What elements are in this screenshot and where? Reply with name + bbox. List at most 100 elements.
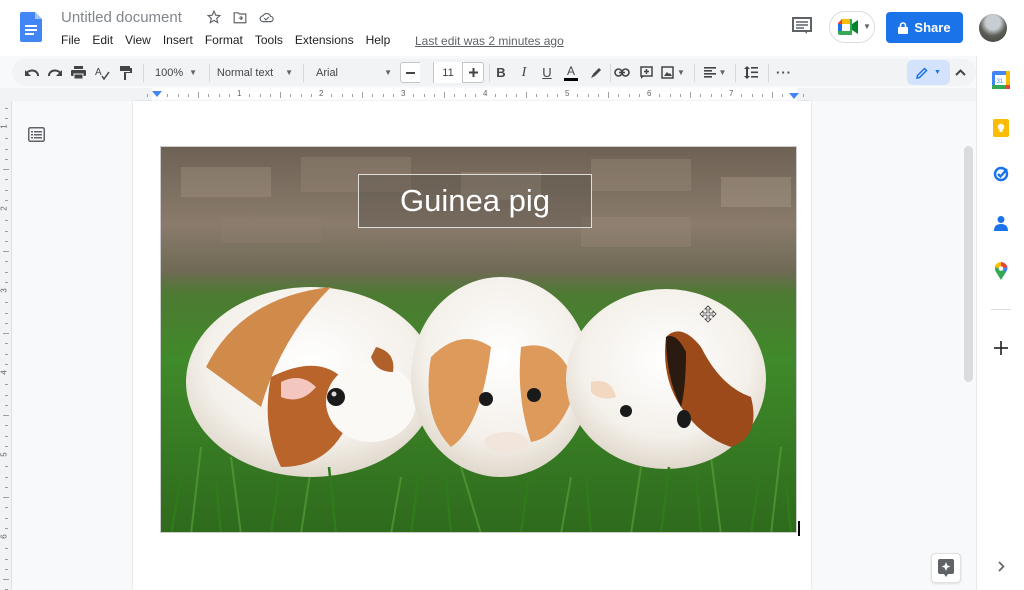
explore-button[interactable]: [931, 553, 961, 583]
print-icon[interactable]: [68, 59, 88, 86]
ruler-tick: [372, 93, 374, 97]
meet-button[interactable]: ▼: [829, 11, 875, 43]
ruler-tick: [4, 384, 8, 386]
ruler-tick: [782, 93, 784, 97]
share-label: Share: [914, 20, 951, 35]
ruler-tick: [638, 93, 640, 97]
ruler-tick: [515, 93, 517, 97]
menu-tools[interactable]: Tools: [249, 33, 289, 47]
horizontal-ruler[interactable]: 1 2 3 4 5 6 7: [0, 88, 976, 101]
vertical-ruler[interactable]: 1 2 3 4 5 6: [0, 101, 12, 590]
ruler-tick: [4, 148, 8, 150]
document-title[interactable]: Untitled document: [61, 9, 182, 26]
ruler-number: 5: [0, 452, 9, 457]
more-options-icon[interactable]: ···: [774, 59, 794, 86]
hide-menus-icon[interactable]: [950, 59, 970, 86]
text-color-icon[interactable]: A: [561, 59, 581, 86]
zoom-select[interactable]: 100% ▼: [150, 59, 202, 86]
menu-format[interactable]: Format: [199, 33, 249, 47]
ruler-number: 4: [483, 89, 488, 98]
ruler-tick: [669, 93, 671, 97]
avatar[interactable]: [979, 14, 1007, 42]
ruler-tick: [608, 92, 609, 98]
menu-view[interactable]: View: [119, 33, 157, 47]
undo-icon[interactable]: [22, 59, 42, 86]
menu-extensions[interactable]: Extensions: [289, 33, 360, 47]
comment-history-icon[interactable]: [792, 17, 812, 35]
left-indent-marker[interactable]: [152, 91, 162, 97]
calendar-icon[interactable]: 31: [991, 70, 1011, 90]
last-edit-link[interactable]: Last edit was 2 minutes ago: [415, 34, 564, 48]
ruler-tick: [351, 93, 353, 97]
link-icon[interactable]: [612, 59, 632, 86]
ruler-tick: [4, 281, 8, 283]
contacts-icon[interactable]: [991, 213, 1011, 233]
ruler-tick: [741, 93, 743, 97]
decrease-font-size-button[interactable]: [400, 62, 420, 83]
move-to-folder-icon[interactable]: [232, 9, 248, 25]
ruler-tick: [3, 169, 9, 170]
font-size-input[interactable]: 11: [433, 62, 463, 83]
font-select[interactable]: Arial ▼: [310, 59, 396, 86]
ruler-tick: [802, 93, 804, 97]
ruler-tick: [4, 445, 8, 447]
ruler-tick: [341, 93, 343, 97]
share-button[interactable]: Share: [886, 12, 963, 43]
italic-icon[interactable]: I: [515, 59, 533, 86]
maps-icon[interactable]: [991, 261, 1011, 281]
ruler-tick: [4, 363, 8, 365]
menu-file[interactable]: File: [55, 33, 86, 47]
bold-icon[interactable]: B: [492, 59, 510, 86]
ruler-tick: [4, 220, 8, 222]
plus-icon: [468, 68, 478, 77]
ruler-tick: [546, 93, 548, 97]
ruler-tick: [4, 322, 8, 324]
chevron-down-icon: ▼: [189, 68, 198, 77]
ruler-tick: [3, 333, 9, 334]
ruler-number: 2: [319, 89, 324, 98]
insert-image-icon[interactable]: ▼: [659, 59, 687, 86]
docs-logo-icon[interactable]: [20, 12, 42, 42]
keep-icon[interactable]: [991, 118, 1011, 138]
ruler-tick: [577, 93, 579, 97]
ruler-tick: [4, 230, 8, 232]
ruler-number: 1: [237, 89, 242, 98]
document-outline-icon[interactable]: [28, 127, 45, 142]
meet-icon: [838, 19, 858, 35]
ruler-tick: [761, 93, 763, 97]
increase-font-size-button[interactable]: [463, 62, 484, 83]
add-comment-icon[interactable]: [636, 59, 656, 86]
ruler-tick: [187, 93, 189, 97]
toolbar-divider: [489, 64, 490, 82]
paint-format-icon[interactable]: [116, 59, 136, 86]
ruler-tick: [4, 548, 8, 550]
editing-mode-button[interactable]: ▼: [907, 60, 950, 85]
chevron-down-icon: ▼: [677, 68, 685, 77]
ruler-tick: [4, 312, 8, 314]
star-icon[interactable]: [206, 9, 222, 25]
underline-icon[interactable]: U: [538, 59, 556, 86]
ruler-tick: [4, 517, 8, 519]
paragraph-style-select[interactable]: Normal text ▼: [212, 59, 298, 86]
ruler-tick: [362, 92, 363, 98]
menu-edit[interactable]: Edit: [86, 33, 119, 47]
right-indent-marker[interactable]: [789, 93, 799, 99]
align-icon[interactable]: ▼: [700, 59, 730, 86]
menu-help[interactable]: Help: [360, 33, 397, 47]
header: Untitled document File Edit View Insert …: [0, 0, 1024, 56]
vertical-scrollbar[interactable]: [964, 146, 973, 382]
ruler-tick: [4, 476, 8, 478]
menu-insert[interactable]: Insert: [157, 33, 199, 47]
expand-panel-icon[interactable]: [991, 556, 1011, 576]
cloud-saved-icon[interactable]: [258, 9, 274, 25]
highlight-icon[interactable]: [586, 59, 606, 86]
add-addon-icon[interactable]: [991, 338, 1011, 358]
redo-icon[interactable]: [45, 59, 65, 86]
tasks-icon[interactable]: [991, 164, 1011, 184]
spellcheck-icon[interactable]: A: [92, 59, 112, 86]
caption-text-box[interactable]: Guinea pig: [358, 174, 592, 228]
style-value: Normal text: [216, 66, 274, 79]
ruler-tick: [4, 240, 8, 242]
line-spacing-icon[interactable]: [740, 59, 762, 86]
ruler-number: 6: [0, 534, 9, 539]
